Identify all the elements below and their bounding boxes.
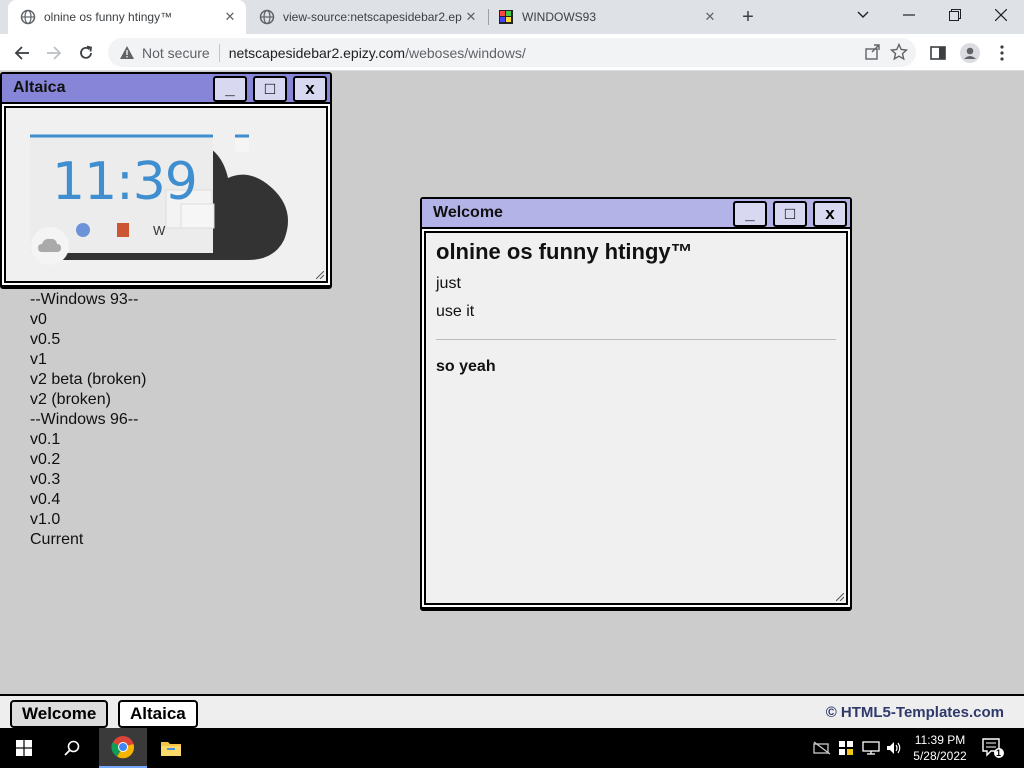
tab-title: WINDOWS93 (522, 10, 597, 24)
welcome-line-1: just (436, 275, 461, 292)
globe-icon (259, 9, 275, 25)
notification-count: 1 (996, 748, 1002, 758)
browser-tabstrip: olnine os funny htingy™ ✕ view-source:ne… (0, 0, 1024, 34)
chrome-icon[interactable] (99, 728, 147, 768)
welcome-window[interactable]: Welcome _ □ x olnine os funny htingy™ ju… (420, 197, 852, 611)
window-titlebar[interactable]: Welcome _ □ x (422, 199, 850, 229)
address-divider (218, 43, 220, 62)
close-button[interactable]: x (813, 201, 847, 227)
list-item[interactable]: v0.2 (30, 450, 147, 470)
close-tab-icon[interactable]: ✕ (702, 9, 718, 25)
resize-grip-icon[interactable] (316, 271, 324, 279)
maximize-button[interactable]: □ (773, 201, 807, 227)
list-item[interactable]: v1.0 (30, 510, 147, 530)
task-welcome[interactable]: Welcome (10, 700, 109, 728)
warning-icon[interactable] (118, 44, 136, 62)
divider (436, 339, 836, 340)
close-tab-icon[interactable]: ✕ (463, 9, 479, 25)
tab-olnine-os[interactable]: olnine os funny htingy™ ✕ (8, 0, 246, 34)
list-item[interactable]: v0.4 (30, 490, 147, 510)
arrow-left-icon (14, 46, 29, 60)
reload-icon (80, 45, 92, 59)
welcome-footer: so yeah (436, 358, 496, 375)
side-panel-icon[interactable] (924, 39, 952, 67)
clock-time: 11:39 PM (914, 733, 966, 747)
credit-link[interactable]: © HTML5-Templates.com (826, 704, 1004, 721)
windows-start-icon[interactable] (0, 728, 48, 768)
share-icon[interactable] (864, 43, 882, 64)
list-item[interactable]: v0.1 (30, 430, 147, 450)
preview-clock: 11:39 (52, 152, 198, 212)
welcome-line-2: use it (436, 303, 475, 320)
clock-date: 5/28/2022 (913, 749, 967, 763)
windows-taskbar: 11:39 PM 5/28/2022 1 (0, 728, 1024, 768)
url-host: netscapesidebar2.epizy.com (228, 44, 406, 61)
minimize-window-button[interactable] (886, 0, 932, 30)
task-altaica[interactable]: Altaica (118, 700, 198, 728)
desktop[interactable]: Altaica _ □ x 11:39 W --Windows 93-- v0 … (0, 72, 1024, 694)
close-button[interactable]: x (293, 76, 327, 102)
list-item[interactable]: v0.5 (30, 330, 147, 350)
os-taskbar: Welcome Altaica © HTML5-Templates.com (0, 694, 1024, 728)
tab-title: view-source:netscapesidebar2.ep (283, 10, 462, 24)
globe-icon (20, 9, 36, 25)
welcome-heading: olnine os funny htingy™ (436, 239, 693, 264)
window-title: Altaica (13, 79, 66, 96)
list-item[interactable]: v2 (broken) (30, 390, 147, 410)
notification-center-icon[interactable]: 1 (982, 728, 1004, 768)
restore-window-button[interactable] (932, 0, 978, 30)
forward-button[interactable] (40, 39, 68, 67)
search-icon[interactable] (48, 728, 96, 768)
close-window-button[interactable] (978, 0, 1024, 30)
list-item[interactable]: --Windows 96-- (30, 410, 147, 430)
maximize-button[interactable]: □ (253, 76, 287, 102)
altaica-window[interactable]: Altaica _ □ x 11:39 W (0, 72, 332, 289)
window-body: 11:39 W (2, 104, 330, 285)
preview-label: W (153, 223, 166, 238)
browser-toolbar: Not secure netscapesidebar2.epizy.com/we… (0, 34, 1024, 71)
arrow-right-icon (47, 46, 62, 60)
close-tab-icon[interactable]: ✕ (222, 9, 238, 25)
address-bar[interactable]: Not secure netscapesidebar2.epizy.com/we… (108, 38, 916, 67)
tray-security-icon[interactable] (838, 728, 854, 768)
file-explorer-icon[interactable] (147, 728, 195, 768)
bookmark-star-icon[interactable] (889, 42, 909, 64)
list-item[interactable]: v0 (30, 310, 147, 330)
reload-button[interactable] (72, 39, 100, 67)
window-titlebar[interactable]: Altaica _ □ x (2, 74, 330, 104)
list-item[interactable]: v2 beta (broken) (30, 370, 147, 390)
resize-grip-icon[interactable] (836, 593, 844, 601)
more-menu-icon[interactable] (988, 39, 1016, 67)
chevron-down-icon[interactable] (840, 0, 886, 30)
tab-title: olnine os funny htingy™ (44, 10, 173, 24)
tray-network-offline-icon[interactable] (813, 728, 831, 768)
security-label[interactable]: Not secure (142, 45, 210, 61)
window-title: Welcome (433, 204, 503, 221)
minimize-button[interactable]: _ (733, 201, 767, 227)
list-item[interactable]: --Windows 93-- (30, 290, 147, 310)
list-item[interactable]: v0.3 (30, 470, 147, 490)
system-clock[interactable]: 11:39 PM 5/28/2022 (900, 732, 980, 764)
tab-windows93[interactable]: WINDOWS93 ✕ (486, 0, 726, 34)
version-list: --Windows 93-- v0 v0.5 v1 v2 beta (broke… (30, 290, 147, 550)
tab-view-source[interactable]: view-source:netscapesidebar2.ep ✕ (247, 0, 487, 34)
profile-avatar-icon[interactable] (956, 39, 984, 67)
list-item[interactable]: v1 (30, 350, 147, 370)
back-button[interactable] (8, 39, 36, 67)
tray-network-icon[interactable] (862, 728, 880, 768)
window-body: olnine os funny htingy™ just use it so y… (422, 229, 850, 607)
list-item[interactable]: Current (30, 530, 147, 550)
url-path: /weboses/windows/ (405, 44, 526, 61)
windows93-favicon-icon (498, 9, 514, 25)
new-tab-button[interactable]: + (736, 5, 760, 29)
minimize-button[interactable]: _ (213, 76, 247, 102)
altaica-preview-image[interactable]: 11:39 W (16, 114, 316, 274)
